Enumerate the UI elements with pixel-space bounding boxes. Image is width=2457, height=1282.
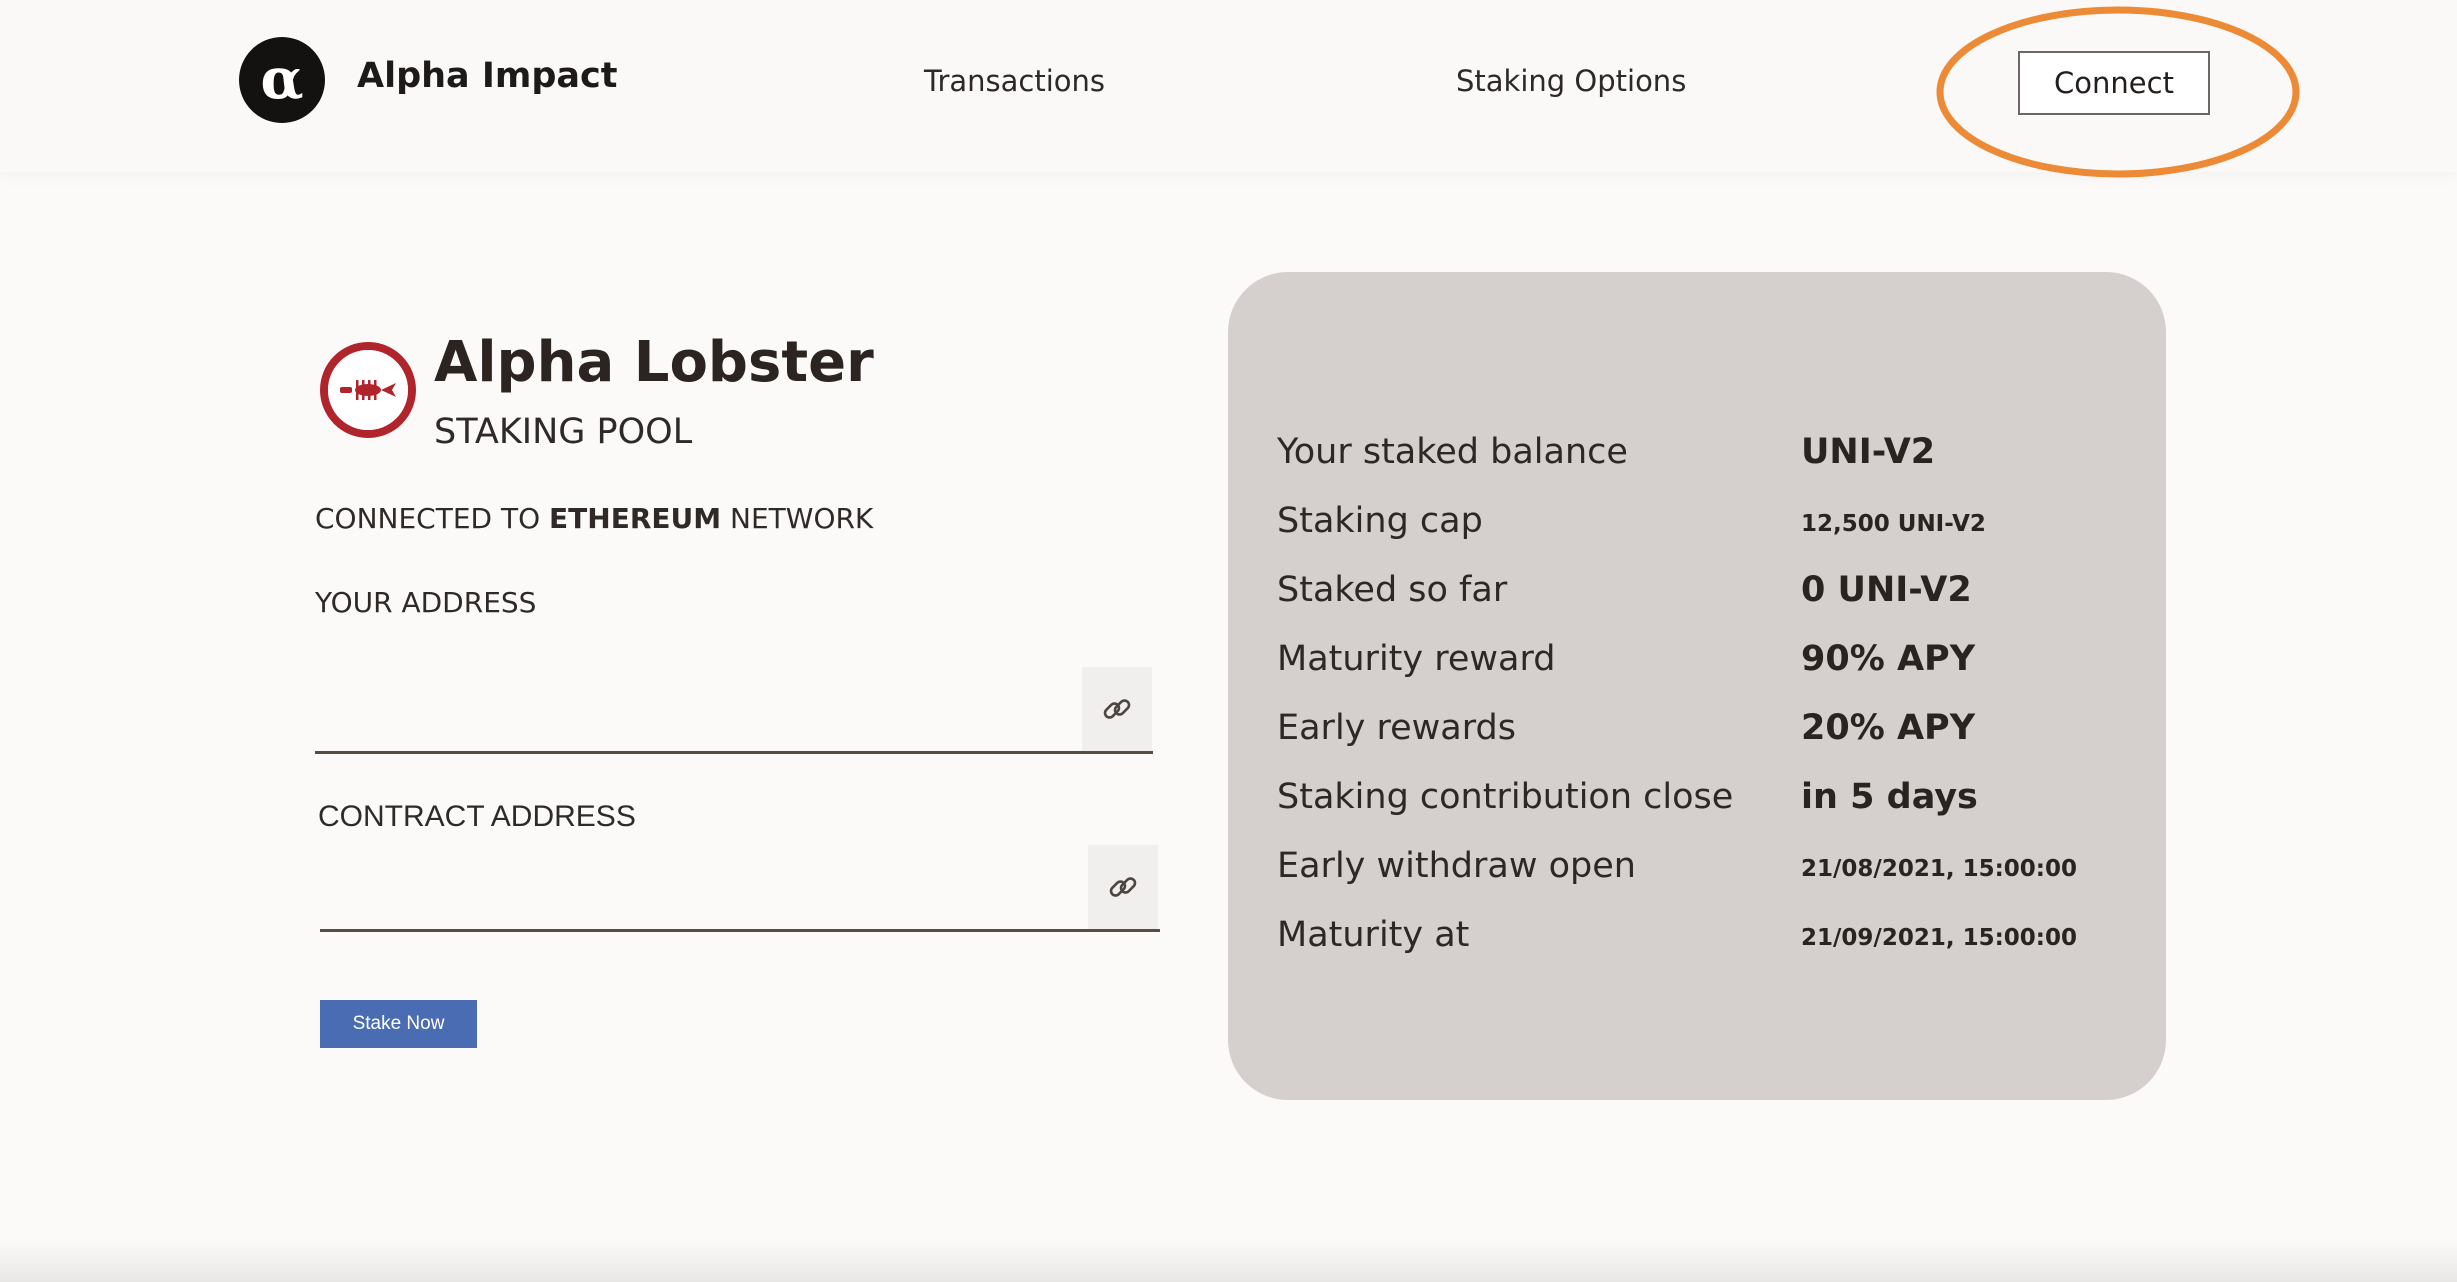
stat-row: Early rewards 20% APY bbox=[1228, 708, 2166, 768]
stat-label: Maturity at bbox=[1277, 915, 1470, 955]
copy-your-address-button[interactable] bbox=[1082, 667, 1152, 751]
stake-now-button[interactable]: Stake Now bbox=[320, 1000, 477, 1048]
alpha-logo-icon[interactable]: α bbox=[238, 36, 326, 124]
connect-button[interactable]: Connect bbox=[2018, 51, 2210, 115]
stat-label: Staked so far bbox=[1277, 570, 1508, 610]
link-icon bbox=[1103, 699, 1131, 719]
network-name: ETHEREUM bbox=[549, 502, 722, 535]
stat-label: Staking cap bbox=[1277, 501, 1483, 541]
stat-row: Staking contribution close in 5 days bbox=[1228, 777, 2166, 837]
stat-value: in 5 days bbox=[1801, 777, 1978, 817]
contract-address-field[interactable] bbox=[320, 846, 1160, 932]
brand-name[interactable]: Alpha Impact bbox=[357, 56, 618, 96]
stat-row: Staking cap 12,500 UNI-V2 bbox=[1228, 501, 2166, 561]
network-suffix: NETWORK bbox=[730, 502, 874, 535]
stat-value: 12,500 UNI-V2 bbox=[1801, 511, 1986, 537]
stat-row: Early withdraw open 21/08/2021, 15:00:00 bbox=[1228, 846, 2166, 906]
svg-text:α: α bbox=[260, 46, 303, 112]
stat-value: UNI-V2 bbox=[1801, 432, 1936, 472]
stat-value: 90% APY bbox=[1801, 639, 1976, 679]
network-status: CONNECTED TO ETHEREUM NETWORK bbox=[315, 502, 873, 535]
copy-contract-address-button[interactable] bbox=[1088, 845, 1158, 929]
staking-info-card: Your staked balance UNI-V2 Staking cap 1… bbox=[1228, 272, 2166, 1100]
your-address-field[interactable] bbox=[315, 668, 1153, 754]
nav-staking-options[interactable]: Staking Options bbox=[1456, 64, 1686, 98]
stat-label: Staking contribution close bbox=[1277, 777, 1734, 817]
stat-row: Maturity at 21/09/2021, 15:00:00 bbox=[1228, 915, 2166, 975]
stat-row: Your staked balance UNI-V2 bbox=[1228, 432, 2166, 492]
stat-value: 20% APY bbox=[1801, 708, 1976, 748]
stat-row: Staked so far 0 UNI-V2 bbox=[1228, 570, 2166, 630]
stat-label: Early rewards bbox=[1277, 708, 1516, 748]
nav-transactions[interactable]: Transactions bbox=[924, 64, 1105, 98]
lobster-pool-icon bbox=[320, 342, 416, 438]
page-bottom-edge bbox=[0, 1240, 2457, 1282]
stat-value: 0 UNI-V2 bbox=[1801, 570, 1972, 610]
stat-value: 21/08/2021, 15:00:00 bbox=[1801, 856, 2077, 882]
stat-value: 21/09/2021, 15:00:00 bbox=[1801, 925, 2077, 951]
network-prefix: CONNECTED TO bbox=[315, 502, 541, 535]
contract-address-label: CONTRACT ADDRESS bbox=[318, 800, 636, 833]
stat-label: Your staked balance bbox=[1277, 432, 1628, 472]
stat-label: Maturity reward bbox=[1277, 639, 1556, 679]
pool-subtitle: STAKING POOL bbox=[434, 412, 693, 452]
your-address-label: YOUR ADDRESS bbox=[315, 586, 537, 619]
stat-row: Maturity reward 90% APY bbox=[1228, 639, 2166, 699]
link-icon bbox=[1109, 877, 1137, 897]
pool-title: Alpha Lobster bbox=[434, 330, 874, 395]
top-navbar: α Alpha Impact Transactions Staking Opti… bbox=[0, 0, 2457, 178]
stat-label: Early withdraw open bbox=[1277, 846, 1636, 886]
